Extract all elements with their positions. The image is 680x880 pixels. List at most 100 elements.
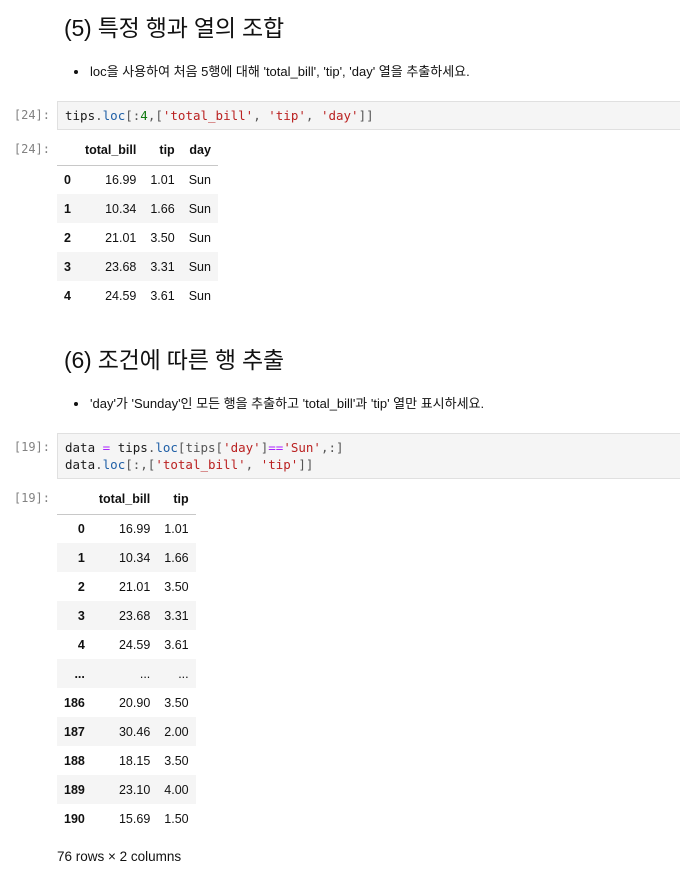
table-cell: 3.50 <box>164 753 189 768</box>
table-cell: 2.00 <box>164 724 189 739</box>
row-index: 0 <box>77 521 85 536</box>
table-cell: 1.50 <box>164 811 189 826</box>
code-token: ]] <box>298 457 314 472</box>
row-index: 4 <box>64 288 71 303</box>
table-row: 3 23.68 3.31 <box>57 601 196 630</box>
table-row: 4 24.59 3.61 <box>57 630 196 659</box>
code-token: [: <box>125 108 141 123</box>
index-header <box>57 136 78 166</box>
table-row: 0 16.99 1.01 <box>57 514 196 543</box>
table-cell: 18.15 <box>118 753 151 768</box>
code-token: loc <box>155 440 178 455</box>
table-cell: 21.01 <box>118 579 151 594</box>
table-row: 188 18.15 3.50 <box>57 746 196 775</box>
cell-24-input-prompt: [24]: <box>13 108 50 122</box>
table-cell: 3.50 <box>164 695 189 710</box>
cell-24-output-prompt: [24]: <box>13 142 50 156</box>
table-cell: 4.00 <box>164 782 189 797</box>
table-cell: 21.01 <box>105 230 137 245</box>
table-row: 1 10.34 1.66 <box>57 543 196 572</box>
row-index: 2 <box>64 230 71 245</box>
row-index: 3 <box>64 259 71 274</box>
dataframe-shape-caption: 76 rows × 2 columns <box>57 849 182 864</box>
table-cell: 24.59 <box>118 637 151 652</box>
dataframe-output-19: total_bill tip 0 16.99 1.01 1 10.34 1.66 2 21.01… <box>57 485 196 833</box>
table-row: 4 24.59 3.61 Sun <box>57 281 218 310</box>
table-row: 2 21.01 3.50 Sun <box>57 223 218 252</box>
table-cell: Sun <box>188 288 211 303</box>
cell-19-input-prompt: [19]: <box>13 440 50 454</box>
code-token: 4 <box>140 108 148 123</box>
code-token: 'tip' <box>268 108 306 123</box>
table-cell: 23.68 <box>105 259 137 274</box>
code-token: 'Sun' <box>283 440 321 455</box>
code-token: 'tip' <box>260 457 299 472</box>
column-header-tip: tip <box>157 485 196 515</box>
column-header-total-bill: total_bill <box>91 485 158 515</box>
code-token: loc <box>102 108 126 123</box>
section-6-instruction-text: 'day'가 'Sunday'인 모든 행을 추출하고 'total_bill'… <box>90 396 485 411</box>
cell-24-code-editor[interactable]: tips.loc[:4,['total_bill', 'tip', 'day']… <box>57 101 680 130</box>
table-row: 1 10.34 1.66 Sun <box>57 194 218 223</box>
code-token: [tips[ <box>177 440 224 455</box>
row-index: 186 <box>64 695 85 710</box>
code-token: . <box>95 457 103 472</box>
code-token: ]] <box>358 108 374 123</box>
code-token: ,:] <box>320 440 344 455</box>
column-header-total-bill: total_bill <box>77 136 144 166</box>
section-5-heading: (5) 특정 행과 열의 조합 <box>64 15 284 41</box>
section-5-instruction: loc을 사용하여 처음 5행에 대해 'total_bill', 'tip',… <box>74 63 470 81</box>
row-index: 2 <box>77 579 85 594</box>
row-index: 4 <box>77 637 85 652</box>
code-token: data <box>65 440 96 455</box>
table-cell: 23.10 <box>118 782 151 797</box>
column-header-day: day <box>181 136 218 166</box>
table-cell: 3.31 <box>150 259 175 274</box>
code-token: tips <box>65 108 96 123</box>
table-cell: 23.68 <box>118 608 151 623</box>
table-cell: 3.31 <box>164 608 189 623</box>
row-index: 188 <box>64 753 85 768</box>
code-token: 'day' <box>223 440 261 455</box>
table-cell: 3.50 <box>150 230 175 245</box>
code-token: 'day' <box>320 108 359 123</box>
code-token: tips <box>117 440 148 455</box>
table-cell: 10.34 <box>105 201 137 216</box>
table-cell: 16.99 <box>118 521 151 536</box>
row-index: 187 <box>64 724 85 739</box>
table-cell: 16.99 <box>105 172 137 187</box>
table-cell: ... <box>139 666 151 681</box>
row-index: ... <box>74 666 85 681</box>
code-token: [:,[ <box>125 457 156 472</box>
section-6-heading: (6) 조건에 따른 행 추출 <box>64 347 284 373</box>
table-cell: Sun <box>188 201 211 216</box>
table-row: 2 21.01 3.50 <box>57 572 196 601</box>
index-header <box>57 485 92 515</box>
row-index: 0 <box>64 172 71 187</box>
table-cell: 3.61 <box>150 288 175 303</box>
code-token: 'total_bill' <box>155 457 246 472</box>
table-cell: 1.01 <box>164 521 189 536</box>
table-cell: ... <box>178 666 189 681</box>
table-cell: 20.90 <box>118 695 151 710</box>
row-index: 189 <box>64 782 85 797</box>
code-token: 'total_bill' <box>162 108 254 123</box>
code-line: data = tips.loc[tips['day']=='Sun',:] <box>65 439 673 456</box>
table-cell: 30.46 <box>118 724 151 739</box>
table-cell: 1.66 <box>164 550 189 565</box>
table-row: ......... <box>57 659 196 688</box>
code-token: data <box>65 457 96 472</box>
code-line: data.loc[:,['total_bill', 'tip']] <box>65 456 673 473</box>
table-cell: 1.01 <box>150 172 175 187</box>
table-cell: 15.69 <box>118 811 151 826</box>
row-index: 1 <box>64 201 71 216</box>
code-token: loc <box>102 457 126 472</box>
section-5-instruction-text: loc을 사용하여 처음 5행에 대해 'total_bill', 'tip',… <box>90 64 470 79</box>
table-cell: Sun <box>188 230 211 245</box>
cell-19-code-editor[interactable]: data = tips.loc[tips['day']=='Sun',:] dat… <box>57 433 680 479</box>
code-token: ,[ <box>147 108 163 123</box>
code-token: , <box>253 108 269 123</box>
table-cell: 1.66 <box>150 201 175 216</box>
table-row: 190 15.69 1.50 <box>57 804 196 833</box>
